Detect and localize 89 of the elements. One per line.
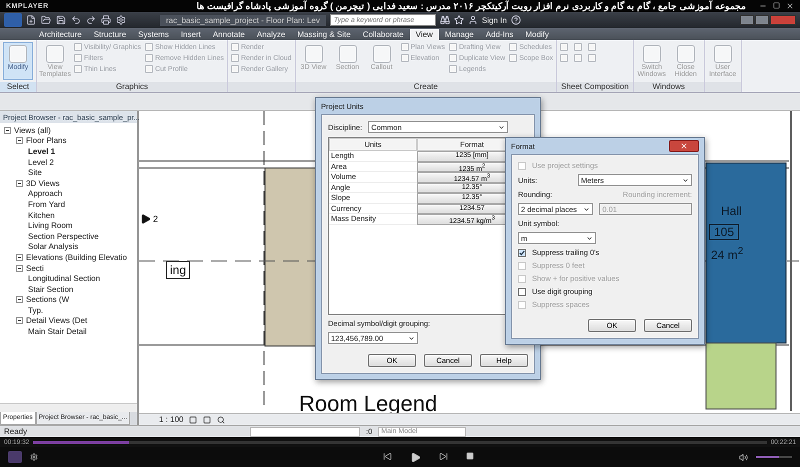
help-icon[interactable] xyxy=(510,15,521,25)
room-name: Hall xyxy=(721,205,742,217)
tree-item[interactable]: Stair Section xyxy=(28,284,74,294)
maximize-icon[interactable] xyxy=(773,2,780,9)
tree-item[interactable]: Living Room xyxy=(28,221,72,230)
tree-item[interactable]: Secti xyxy=(26,264,44,273)
star-icon[interactable] xyxy=(454,15,464,25)
ribbon-tab[interactable]: Insert xyxy=(174,29,207,40)
tree-item[interactable]: Approach xyxy=(28,189,62,198)
ribbon-tab[interactable]: Analyze xyxy=(250,29,292,40)
close-icon[interactable] xyxy=(786,2,794,10)
status-text: Ready xyxy=(4,427,28,436)
ribbon-tab[interactable]: Annotate xyxy=(206,29,251,40)
previous-icon[interactable] xyxy=(383,452,392,460)
play-icon[interactable] xyxy=(410,452,421,462)
close-button[interactable] xyxy=(669,140,699,152)
ribbon-tab[interactable]: Collaborate xyxy=(356,29,410,40)
tree-item[interactable]: Views (all) xyxy=(14,126,51,135)
printer-icon[interactable] xyxy=(101,15,111,25)
tree-item[interactable]: Level 2 xyxy=(28,158,54,167)
tree-item[interactable]: Typ. xyxy=(28,306,44,315)
panel-footer xyxy=(228,82,295,92)
tree-item[interactable]: From Yard xyxy=(28,200,66,209)
view-scale[interactable]: 1 : 100 xyxy=(159,415,184,424)
new-file-icon[interactable] xyxy=(26,15,36,25)
save-icon[interactable] xyxy=(56,15,66,25)
tree-item[interactable]: Solar Analysis xyxy=(28,242,78,252)
minus-box-icon[interactable] xyxy=(4,126,11,134)
room-number: 105 xyxy=(709,224,740,240)
tree-item[interactable]: 3D Views xyxy=(26,178,60,188)
tree-item[interactable]: Kitchen xyxy=(28,210,55,220)
volume-icon[interactable] xyxy=(739,452,748,462)
marker-label: 2 xyxy=(153,215,158,224)
checkbox[interactable] xyxy=(518,248,526,256)
tree-item[interactable]: Longitudinal Section xyxy=(28,274,100,284)
panel-label: Select xyxy=(0,82,36,92)
panel-label: Create xyxy=(296,82,556,92)
close-button[interactable] xyxy=(770,15,796,25)
square-icon[interactable] xyxy=(189,416,198,424)
minus-box-icon[interactable] xyxy=(16,180,23,187)
panel-footer xyxy=(704,82,741,92)
seek-bar[interactable] xyxy=(33,440,767,444)
section-marker-icon xyxy=(141,214,151,224)
tree-item[interactable]: Section Perspective xyxy=(28,232,99,241)
ribbon-tab[interactable]: View xyxy=(410,29,439,40)
minus-box-icon[interactable] xyxy=(16,137,23,144)
minus-box-icon[interactable] xyxy=(16,264,23,272)
search-icon[interactable] xyxy=(217,416,226,424)
tree-item[interactable]: Detail Views (Det xyxy=(26,316,88,326)
ribbon-tab[interactable]: Add-Ins xyxy=(480,29,520,40)
ribbon-tab[interactable]: Massing & Site xyxy=(291,29,357,40)
ribbon-tab[interactable]: Architecture xyxy=(33,29,88,40)
tree-item[interactable]: Main Stair Detail xyxy=(28,327,87,336)
checkbox[interactable] xyxy=(518,288,526,296)
undo-icon[interactable] xyxy=(71,15,81,25)
binoculars-icon[interactable] xyxy=(440,15,450,25)
settings-icon[interactable] xyxy=(30,453,38,461)
legend-title: Room Legend xyxy=(299,393,438,415)
ribbon-tab[interactable]: Modify xyxy=(519,29,555,40)
panel-label: Windows xyxy=(634,82,704,92)
video-title: مجموعه آموزشی جامع ، گام به گام و کاربردی نرم افزار رویت آرکیتکچر ۲۰۱۶ مدرس : سعید فدایی ( تیچرمن ) گروه آموزشی پادشاه گرافیست ها xyxy=(196,1,748,11)
room-tag: ing xyxy=(166,261,190,279)
restore-button[interactable] xyxy=(755,15,769,25)
square-icon[interactable] xyxy=(203,416,212,424)
minus-box-icon[interactable] xyxy=(16,254,23,261)
ribbon-tab[interactable]: Manage xyxy=(438,29,480,40)
minimize-button[interactable] xyxy=(740,15,754,25)
sign-in-link[interactable]: Sign In xyxy=(482,16,507,24)
tree-item[interactable]: Level 1 xyxy=(28,146,56,156)
panel-label: Sheet Composition xyxy=(557,82,633,92)
tree-item[interactable]: Floor Plans xyxy=(26,136,66,146)
panel-label: Graphics xyxy=(37,82,227,92)
room-area: 24 m$^{2}$ xyxy=(711,247,744,261)
tree-item[interactable]: Sections (W xyxy=(26,295,70,304)
ribbon-tab[interactable]: Structure xyxy=(88,29,132,40)
ribbon-tab[interactable]: Systems xyxy=(132,29,175,40)
settings-icon[interactable] xyxy=(116,15,126,25)
next-icon[interactable] xyxy=(439,452,448,460)
minus-box-icon[interactable] xyxy=(16,317,23,324)
document-title: rac_basic_sample_project - Floor Plan: Lev xyxy=(160,14,326,26)
folder-icon[interactable] xyxy=(41,15,51,25)
tree-item[interactable]: Site xyxy=(28,168,42,178)
minus-box-icon[interactable] xyxy=(16,296,23,304)
scrollbar[interactable] xyxy=(0,403,137,412)
tree-item[interactable]: Elevations (Building Elevatio xyxy=(26,252,127,262)
user-icon[interactable] xyxy=(468,15,478,25)
workset-field[interactable] xyxy=(250,426,360,436)
stop-icon[interactable] xyxy=(466,452,474,460)
redo-icon[interactable] xyxy=(86,15,96,25)
